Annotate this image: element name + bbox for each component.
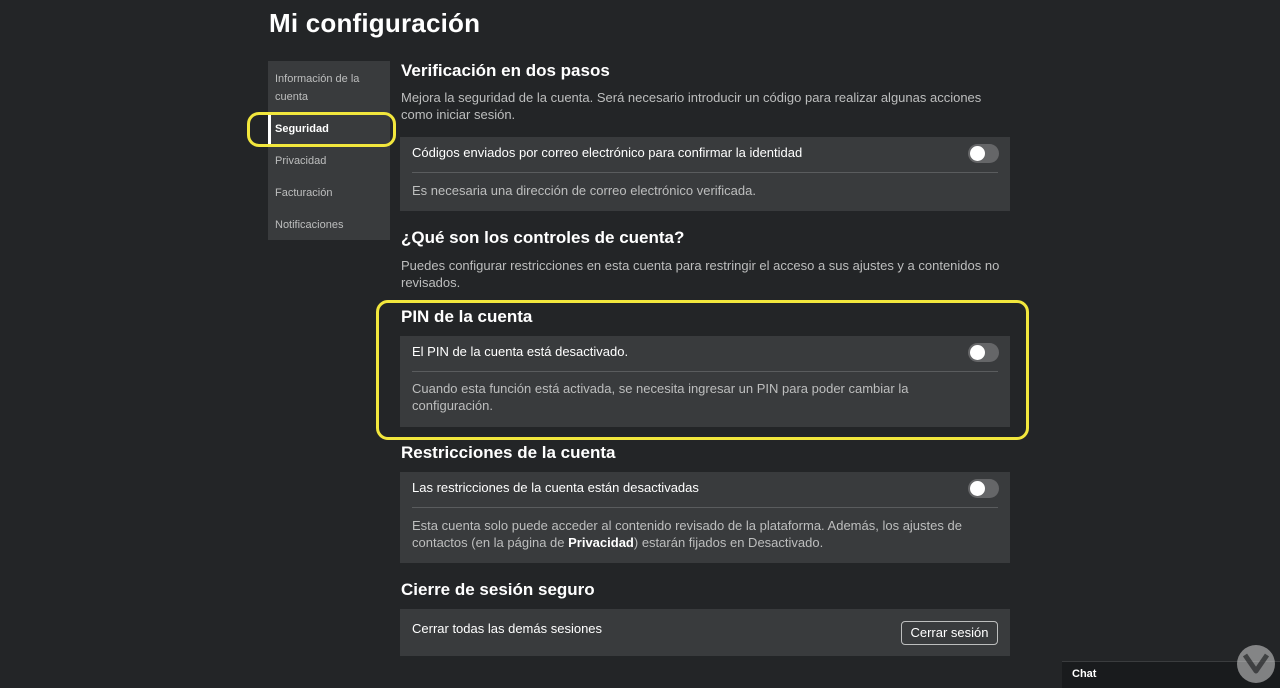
sign-out-button[interactable]: Cerrar sesión — [901, 621, 998, 645]
page-title: Mi configuración — [269, 8, 481, 38]
two-step-toggle[interactable] — [968, 144, 999, 163]
secure-signout-title: Cierre de sesión seguro — [401, 580, 595, 599]
settings-sidebar: Información de la cuenta Seguridad Priva… — [268, 61, 390, 240]
account-controls-title: ¿Qué son los controles de cuenta? — [401, 228, 685, 247]
sidebar-item-billing[interactable]: Facturación — [268, 184, 390, 202]
sidebar-item-security[interactable]: Seguridad — [268, 114, 390, 144]
toggle-knob — [970, 345, 985, 360]
account-pin-title: PIN de la cuenta — [401, 307, 533, 326]
secure-signout-card: Cerrar todas las demás sesiones Cerrar s… — [400, 609, 1010, 656]
account-restrictions-title: Restricciones de la cuenta — [401, 443, 616, 462]
account-pin-toggle[interactable] — [968, 343, 999, 362]
divider — [412, 507, 998, 508]
secure-signout-label: Cerrar todas las demás sesiones — [412, 621, 603, 636]
note-text-after: ) estarán fijados en Desactivado. — [633, 535, 824, 550]
two-step-title: Verificación en dos pasos — [401, 61, 610, 80]
toggle-knob — [970, 146, 985, 161]
two-step-card: Códigos enviados por correo electrónico … — [400, 137, 1010, 211]
privacy-link[interactable]: Privacidad — [568, 535, 634, 550]
account-pin-note: Cuando esta función está activada, se ne… — [412, 381, 909, 413]
account-restrictions-card: Las restricciones de la cuenta están des… — [400, 472, 1010, 563]
sidebar-item-notifications[interactable]: Notificaciones — [268, 216, 390, 234]
two-step-toggle-label: Códigos enviados por correo electrónico … — [412, 145, 803, 160]
account-restrictions-toggle-label: Las restricciones de la cuenta están des… — [412, 480, 699, 495]
chat-label: Chat — [1072, 668, 1097, 680]
account-pin-card: El PIN de la cuenta está desactivado. Cu… — [400, 336, 1010, 427]
sidebar-item-privacy[interactable]: Privacidad — [268, 152, 390, 170]
sidebar-item-account-info[interactable]: Información de la cuenta — [268, 70, 390, 106]
account-pin-toggle-label: El PIN de la cuenta está desactivado. — [412, 344, 629, 359]
divider — [412, 172, 998, 173]
toggle-knob — [970, 481, 985, 496]
account-controls-description: Puedes configurar restricciones en esta … — [401, 258, 1000, 290]
account-restrictions-note: Esta cuenta solo puede acceder al conten… — [412, 517, 992, 551]
divider — [412, 371, 998, 372]
two-step-note: Es necesaria una dirección de correo ele… — [412, 183, 756, 198]
two-step-description: Mejora la seguridad de la cuenta. Será n… — [401, 90, 982, 122]
account-restrictions-toggle[interactable] — [968, 479, 999, 498]
watermark-logo-icon — [1237, 645, 1275, 683]
